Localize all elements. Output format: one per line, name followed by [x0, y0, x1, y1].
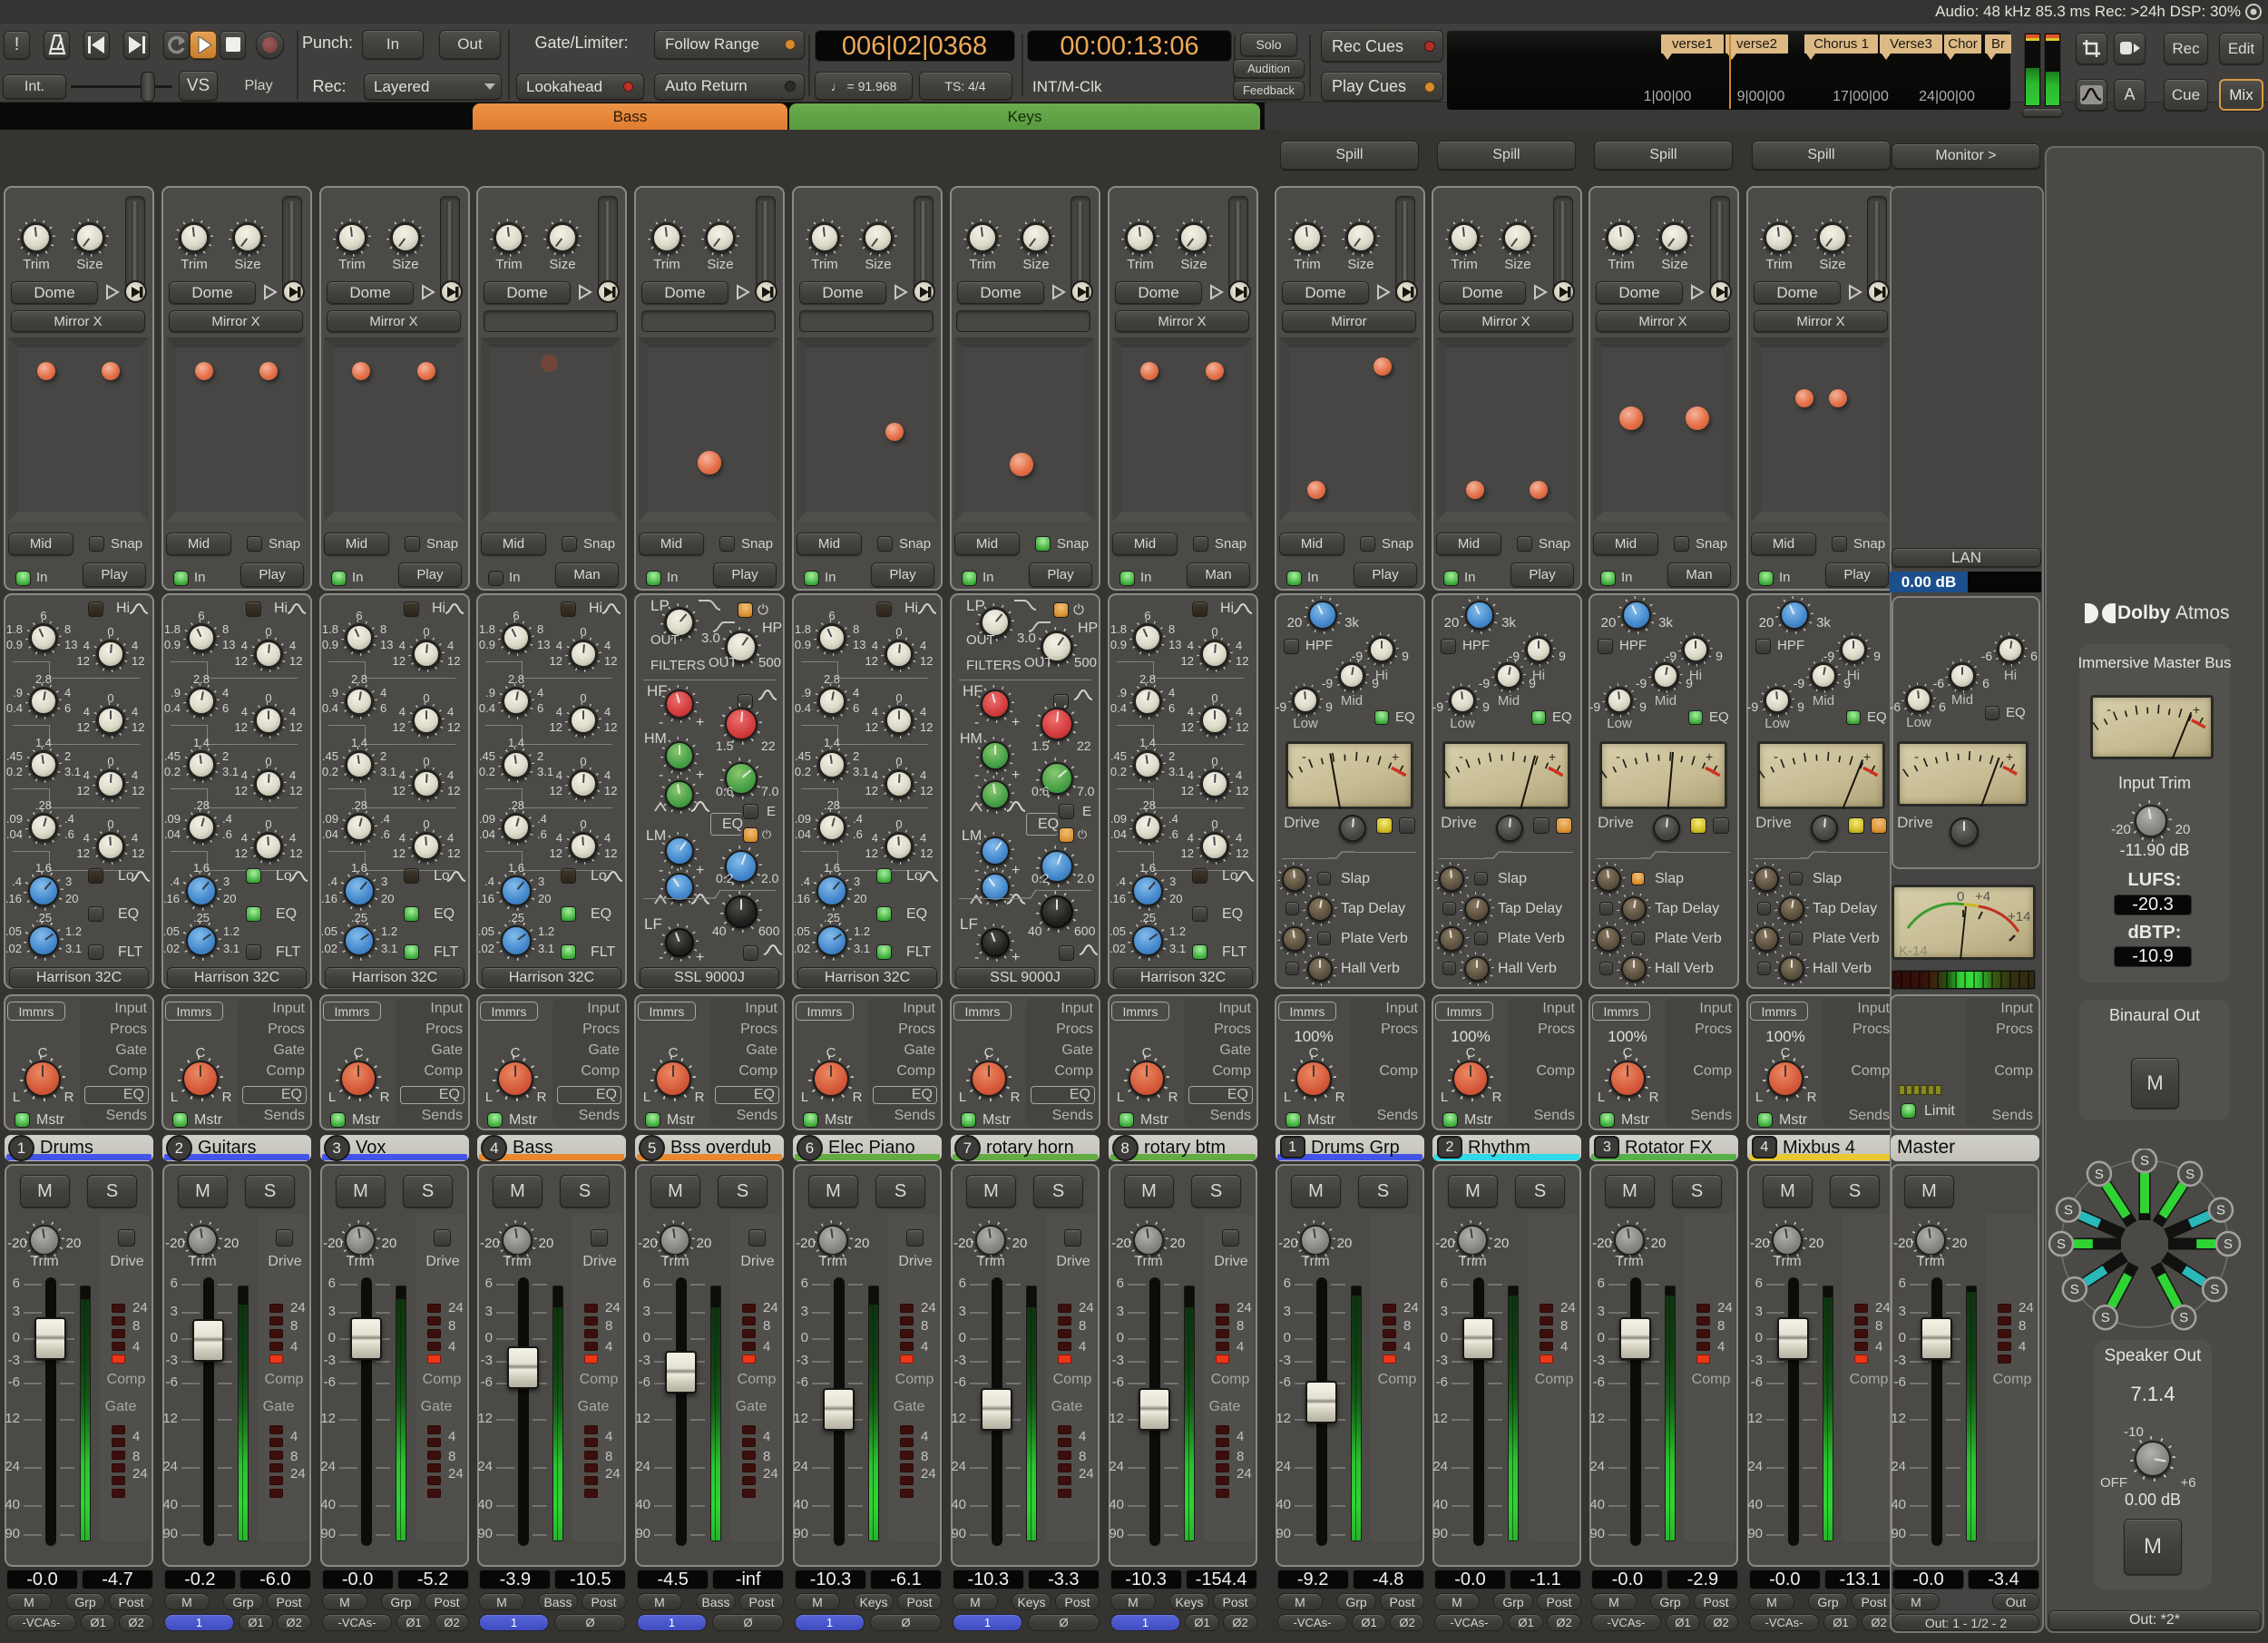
svg-text:+4: +4: [1975, 889, 1990, 905]
svg-text:S: S: [2101, 1310, 2110, 1325]
svg-text:+: +: [1392, 749, 1399, 764]
svg-text:S: S: [2064, 1203, 2073, 1218]
svg-text:-: -: [1616, 749, 1620, 765]
svg-text:S: S: [2095, 1167, 2104, 1182]
svg-text:K-14: K-14: [1899, 944, 1928, 959]
svg-text:0: 0: [1957, 889, 1964, 905]
svg-text:+: +: [2006, 749, 2013, 764]
svg-text:-: -: [1302, 749, 1306, 765]
svg-text:S: S: [2216, 1203, 2225, 1218]
svg-text:S: S: [2224, 1237, 2233, 1252]
svg-text:+: +: [1863, 749, 1871, 764]
svg-text:S: S: [2070, 1282, 2079, 1297]
svg-text:+14: +14: [2008, 909, 2030, 924]
svg-text:S: S: [2210, 1282, 2219, 1297]
svg-text:+: +: [1706, 749, 1713, 764]
svg-text:-: -: [2107, 702, 2111, 718]
svg-text:S: S: [2179, 1310, 2188, 1325]
svg-text:S: S: [2140, 1153, 2149, 1169]
svg-text:-: -: [1774, 749, 1778, 765]
svg-text:S: S: [2185, 1167, 2195, 1182]
svg-text:+: +: [2193, 702, 2200, 717]
svg-text:-: -: [1459, 749, 1463, 765]
svg-text:-: -: [1914, 749, 1919, 765]
svg-text:S: S: [2057, 1237, 2066, 1252]
svg-text:+: +: [1549, 749, 1556, 764]
